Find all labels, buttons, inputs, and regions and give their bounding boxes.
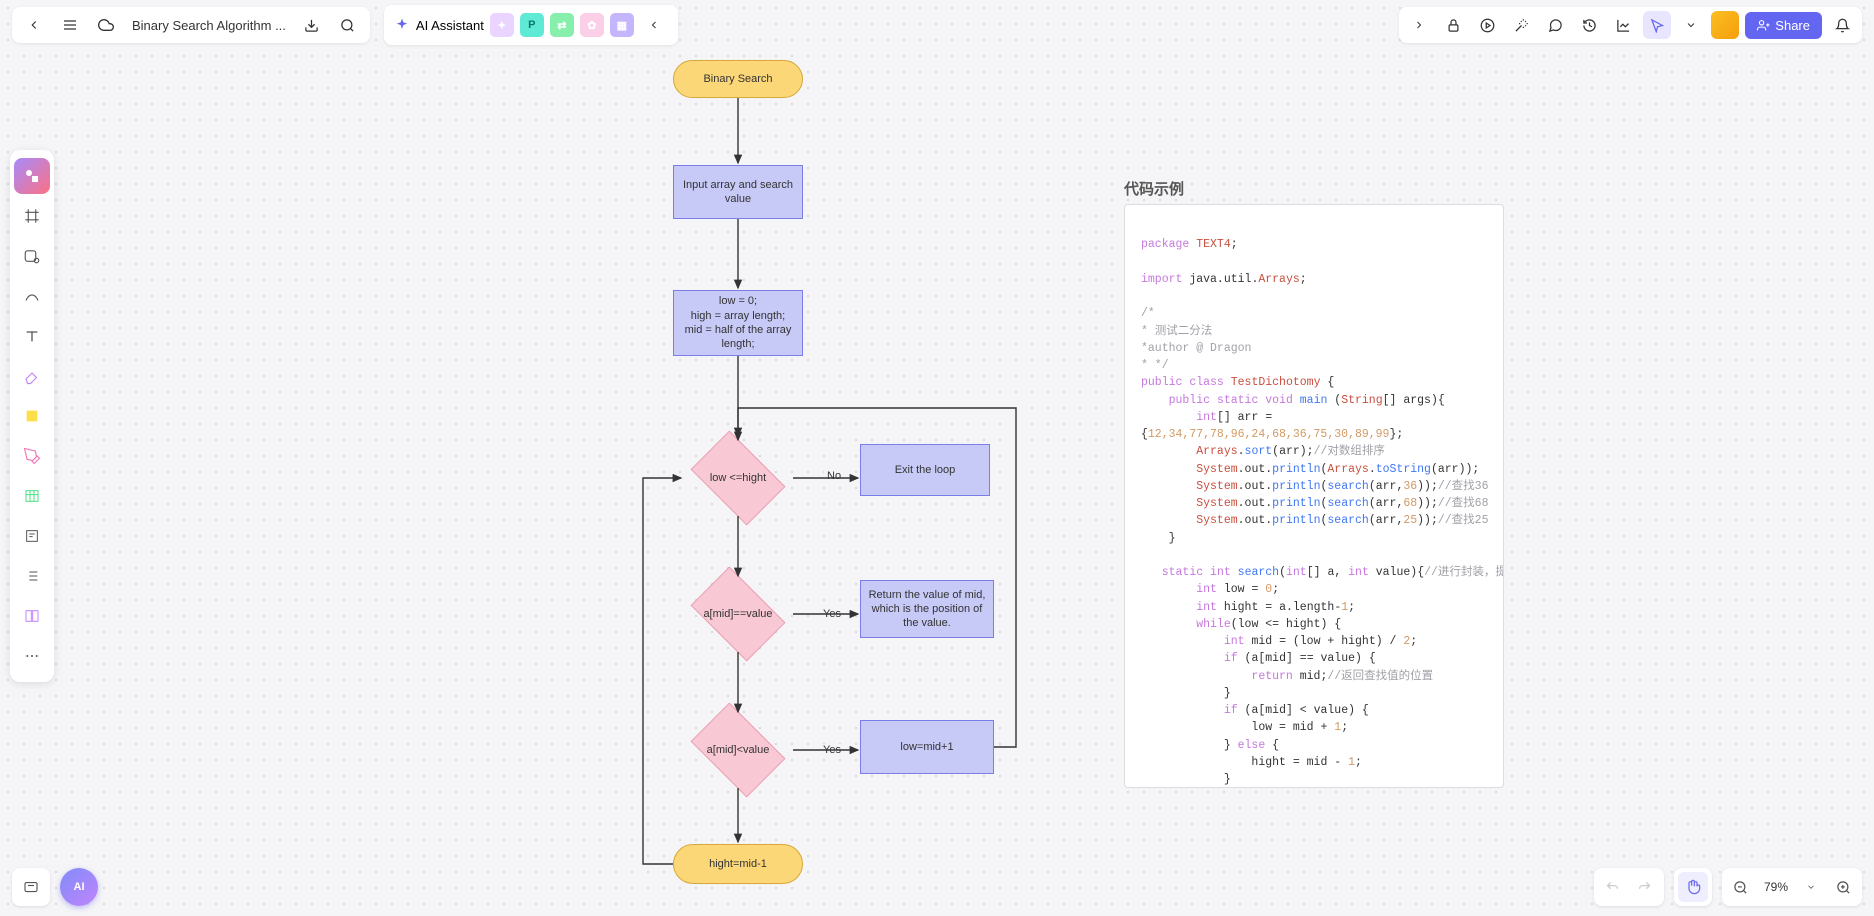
cursor-tool[interactable] [1643,11,1671,39]
node-end[interactable]: hight=mid-1 [673,844,803,884]
zoom-out-button[interactable] [1726,872,1756,902]
undo-button[interactable] [1598,872,1628,902]
node-start-label: Binary Search [703,72,772,86]
share-button[interactable]: Share [1745,12,1822,39]
chart-icon[interactable] [1609,11,1637,39]
code-panel[interactable]: package TEXT4; import java.util.Arrays; … [1124,204,1504,788]
node-init[interactable]: low = 0; high = array length; mid = half… [673,290,803,356]
ai-label: AI Assistant [416,18,484,33]
share-label: Share [1775,18,1810,33]
redo-button[interactable] [1630,872,1660,902]
column-tool[interactable] [14,598,50,634]
node-exit[interactable]: Exit the loop [860,444,990,496]
node-init-label: low = 0; high = array length; mid = half… [680,294,796,351]
node-cond-eq[interactable]: a[mid]==value [683,576,793,652]
document-title[interactable]: Binary Search Algorithm ... [128,18,290,33]
edge-label-yes-2: Yes [820,744,844,756]
list-tool[interactable] [14,558,50,594]
frame-tool[interactable] [14,198,50,234]
topbar-right-group: Share [1399,7,1862,43]
chevron-down-icon[interactable] [1677,11,1705,39]
bell-icon[interactable] [1828,11,1856,39]
ai-assistant-button[interactable]: AI Assistant ✦ P ⇄ ✿ ▦ [384,5,678,45]
node-cond-lt[interactable]: a[mid]<value [683,712,793,788]
chip-pink[interactable]: ✿ [580,13,604,37]
node-return-label: Return the value of mid, which is the po… [867,588,987,631]
topbar-left-group: Binary Search Algorithm ... [12,7,370,43]
connector-tool[interactable] [14,278,50,314]
node-end-label: hight=mid-1 [709,857,767,871]
more-tool[interactable] [14,638,50,674]
container-tool[interactable] [14,238,50,274]
text-tool[interactable] [14,318,50,354]
sparkle-icon [394,17,410,33]
node-lowset-label: low=mid+1 [900,740,953,754]
share-icon [1757,19,1770,32]
node-input-label: Input array and search value [680,178,796,207]
chip-p[interactable]: P [520,13,544,37]
zoom-group: 79% [1722,868,1862,906]
node-exit-label: Exit the loop [895,463,956,477]
node-input[interactable]: Input array and search value [673,165,803,219]
canvas[interactable]: Binary Search Input array and search val… [0,0,1874,916]
back-button[interactable] [20,11,48,39]
edge-label-yes-1: Yes [820,608,844,620]
chevron-right-icon[interactable] [1405,11,1433,39]
table-tool[interactable] [14,478,50,514]
sticky-note-tool[interactable] [14,398,50,434]
download-button[interactable] [298,11,326,39]
node-return[interactable]: Return the value of mid, which is the po… [860,580,994,638]
node-lowset[interactable]: low=mid+1 [860,720,994,774]
bottom-right-controls: 79% [1594,868,1862,906]
hand-tool[interactable] [1678,872,1708,902]
undo-redo-group [1594,868,1664,906]
edge-label-no: No [824,470,844,482]
play-icon[interactable] [1473,11,1501,39]
eraser-tool[interactable] [14,358,50,394]
shapes-tool[interactable] [14,158,50,194]
hand-tool-group [1674,868,1712,906]
left-toolbox [10,150,54,682]
bottom-left-controls: AI [12,868,98,906]
zoom-dropdown[interactable] [1796,872,1826,902]
history-icon[interactable] [1575,11,1603,39]
node-cond3-label: a[mid]<value [707,743,770,757]
zoom-level[interactable]: 79% [1758,880,1794,894]
cloud-icon[interactable] [92,11,120,39]
chip-purple[interactable]: ▦ [610,13,634,37]
chip-green[interactable]: ⇄ [550,13,574,37]
node-cond2-label: a[mid]==value [703,607,772,621]
comment-icon[interactable] [1541,11,1569,39]
chip-sparkle[interactable]: ✦ [490,13,514,37]
pen-tool[interactable] [14,438,50,474]
node-cond-low-high[interactable]: low <=hight [683,440,793,516]
node-cond1-label: low <=hight [710,471,766,485]
text-block-tool[interactable] [14,518,50,554]
ai-fab-button[interactable]: AI [60,868,98,906]
zoom-in-button[interactable] [1828,872,1858,902]
chevron-left-icon[interactable] [640,11,668,39]
wand-icon[interactable] [1507,11,1535,39]
avatar[interactable] [1711,11,1739,39]
code-section-title: 代码示例 [1124,178,1184,199]
node-start[interactable]: Binary Search [673,60,803,98]
layers-button[interactable] [12,868,50,906]
top-toolbar: Binary Search Algorithm ... AI Assistant… [0,6,1874,44]
menu-button[interactable] [56,11,84,39]
search-button[interactable] [334,11,362,39]
lock-icon[interactable] [1439,11,1467,39]
